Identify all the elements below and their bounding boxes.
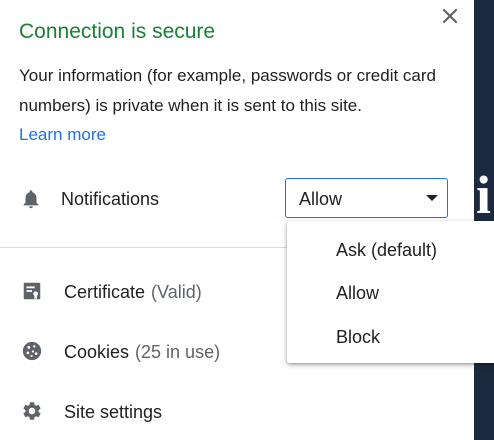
page-info-bubble: Connection is secure Your information (f… xyxy=(0,0,474,440)
certificate-label: Certificate xyxy=(64,282,146,302)
notifications-select[interactable]: Allow xyxy=(285,178,448,218)
permission-row-notifications: Notifications Allow xyxy=(0,176,474,222)
permission-label: Notifications xyxy=(61,189,160,209)
background-page: i xyxy=(474,0,494,440)
option-label: Block xyxy=(336,327,381,347)
caret-down-icon xyxy=(426,195,438,201)
notifications-dropdown-menu: Ask (default) Allow Block xyxy=(287,221,494,363)
select-value: Allow xyxy=(299,189,343,209)
connection-status-title: Connection is secure xyxy=(19,20,216,43)
learn-more-link[interactable]: Learn more xyxy=(19,120,106,150)
option-label: Allow xyxy=(336,283,380,303)
gear-icon xyxy=(23,402,41,420)
option-block[interactable]: Block xyxy=(287,317,494,357)
cookies-label: Cookies xyxy=(64,342,130,362)
certificate-status: (Valid) xyxy=(151,282,202,302)
option-label: Ask (default) xyxy=(336,240,438,260)
close-button[interactable] xyxy=(438,4,462,28)
close-icon xyxy=(442,8,458,24)
site-settings-label: Site settings xyxy=(64,402,163,422)
background-page-text: i xyxy=(476,165,492,225)
bell-icon xyxy=(23,190,39,209)
cookies-status: (25 in use) xyxy=(135,342,221,362)
site-settings-row[interactable]: Site settings xyxy=(0,391,474,431)
security-description: Your information (for example, passwords… xyxy=(19,66,436,115)
option-allow[interactable]: Allow xyxy=(287,273,494,313)
option-ask-default[interactable]: Ask (default) xyxy=(287,230,494,270)
certificate-icon xyxy=(23,282,41,300)
cookie-icon xyxy=(22,341,42,361)
